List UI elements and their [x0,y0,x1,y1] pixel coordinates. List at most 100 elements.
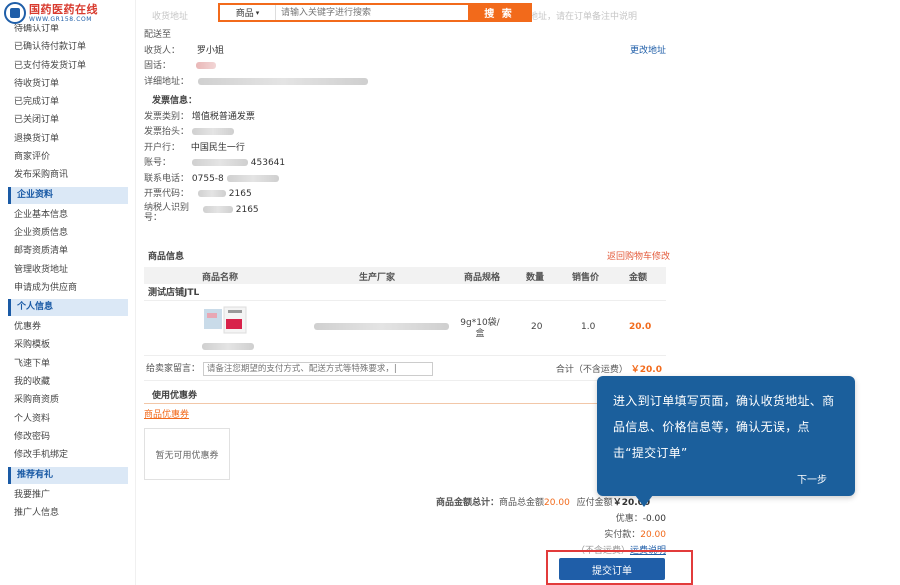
invoice-header-label: 发票抬头： [144,127,190,137]
redacted-phone [195,62,216,69]
sidebar-section-personal: 个人信息 [8,299,128,317]
back-to-cart-link[interactable]: 返回购物车修改 [607,250,670,266]
submit-order-button[interactable]: 提交订单 [559,558,665,580]
contact-phone-row: 联系电话： 0755-8 [144,172,670,188]
goods-table-header: 商品名称 生产厂家 商品规格 数量 销售价 金额 [144,267,666,284]
sidebar-item[interactable]: 申请成为供应商 [0,279,136,297]
message-label: 给卖家留言： [146,364,201,374]
invoice-type: 增值税普通发票 [191,111,255,122]
sidebar-item[interactable]: 推广人信息 [0,504,136,522]
redacted-contact-phone [226,174,279,182]
redacted-invoice-header [191,128,234,135]
sidebar-item[interactable]: 已确认待付款订单 [0,38,136,56]
search-input[interactable] [276,5,468,20]
search-category-label: 商品 [235,9,254,19]
search-box: 商品 ▾ 搜 索 [218,3,532,22]
product-spec: 9g*10袋/盒 [460,318,500,339]
subtotal-row: 合计（不含运费） ￥20.0 [556,362,662,375]
sidebar-item[interactable]: 我要推广 [0,486,136,504]
sidebar-item[interactable]: 已关闭订单 [0,111,136,129]
sidebar-item[interactable]: 修改密码 [0,428,136,446]
sidebar-item[interactable]: 我的收藏 [0,373,136,391]
delivery-title-text: 配送至 [144,30,172,40]
message-row: 给卖家留言： [146,361,433,376]
invoice-code-tail: 2165 [228,189,252,199]
sidebar-item[interactable]: 企业基本信息 [0,206,136,224]
account-tail: 453641 [250,158,286,168]
goods-total-value: 20.00 [544,498,570,508]
taxid-label: 纳税人识别号： [144,202,190,223]
col-quantity: 数量 [526,273,545,283]
invoice-title: 发票信息： [144,94,670,110]
sidebar-section-referral: 推荐有礼 [8,466,128,484]
logo-url: WWW.GR158.COM [29,15,93,23]
invoice-type-row: 发票类别： 增值税普通发票 [144,110,670,126]
total-row: 商品金额总计：商品总金额20.00 应付金额￥20.00 [436,495,650,508]
coupon-empty-box: 暂无可用优惠券 [144,428,230,480]
product-image[interactable] [204,305,248,337]
sidebar-item[interactable]: 采购商资质 [0,391,136,409]
sidebar-item[interactable]: 待收货订单 [0,75,136,93]
sidebar-item[interactable]: 商家评价 [0,148,136,166]
seller-message-input[interactable] [202,362,433,376]
sidebar-item[interactable]: 修改手机绑定 [0,446,136,464]
next-step-button[interactable]: 下一步 [797,471,827,486]
subtotal-value: ￥20.0 [630,365,662,375]
sidebar-menu: 待确认订单 已确认待付款订单 已支付待发货订单 待收货订单 已完成订单 已关闭订… [0,20,136,522]
faded-header-left: 收货地址 [152,12,189,22]
phone-row: 固话： [144,59,670,75]
sidebar-section-company: 企业资料 [8,186,128,204]
taxid-row: 纳税人识别号： 2165 [144,203,670,225]
coupon-tab[interactable]: 商品优惠券 [144,407,189,420]
divider [144,380,666,381]
invoice-code-label: 开票代码： [144,189,190,199]
subtotal-label: 合计（不含运费） [555,365,628,375]
redacted-manufacturer [314,323,449,330]
discount-label: 优惠： [615,514,643,524]
sidebar-item[interactable]: 企业资质信息 [0,224,136,242]
redacted-taxid [202,205,233,213]
sidebar-item[interactable]: 采购模板 [0,336,136,354]
contact-phone-label: 联系电话： [144,173,190,184]
shop-name: 测试店铺JTL [148,288,200,298]
sidebar-item[interactable]: 已支付待发货订单 [0,57,136,75]
col-amount: 金额 [629,273,648,283]
sidebar-item[interactable]: 优惠券 [0,318,136,336]
faded-header-right: 地址，请在订单备注中说明 [529,12,638,22]
order-form: 配送至 收货人： 罗小姐 更改地址 固话： 详细地址： 发票信息： 发票类别： … [144,28,670,225]
sidebar-item[interactable]: 已完成订单 [0,93,136,111]
address-row: 详细地址： [144,75,670,91]
search-button[interactable]: 搜 索 [468,5,530,20]
divider [144,355,666,356]
goods-title-row: 商品信息 返回购物车修改 [144,250,670,266]
sidebar-item[interactable]: 发布采购商讯 [0,166,136,184]
product-amount: 20.0 [629,322,652,332]
invoice-header-row: 发票抬头： [144,125,670,141]
sidebar-item[interactable]: 个人资料 [0,410,136,428]
coupon-tab-line [144,403,666,404]
search-category-select[interactable]: 商品 ▾ [220,5,276,20]
account-row: 账号： 453641 [144,156,670,172]
total-label: 商品金额总计： [436,498,500,508]
sidebar-item[interactable]: 飞速下单 [0,355,136,373]
invoice-title-text: 发票信息： [152,96,198,106]
sidebar-item[interactable]: 邮寄资质清单 [0,242,136,260]
sidebar-item[interactable]: 管理收货地址 [0,261,136,279]
bank-name: 中国民生一行 [190,142,245,153]
change-address-link[interactable]: 更改地址 [630,44,666,60]
bank-row: 开户行： 中国民生一行 [144,141,670,157]
logo-emblem-icon [4,2,26,24]
bank-label: 开户行： [144,142,181,153]
payable-label: 应付金额 [576,498,613,508]
sidebar-item[interactable]: 退换货订单 [0,130,136,148]
invoice-code-row: 开票代码： 2165 [144,187,670,203]
divider [144,300,666,301]
goods-total-label: 商品总金额 [499,498,545,508]
site-logo[interactable]: 国药医药在线 WWW.GR158.COM [4,2,130,24]
top-search-bar: 收货地址 地址，请在订单备注中说明 商品 ▾ 搜 索 [136,0,676,25]
account-label: 账号： [144,158,172,168]
sidebar: 国药医药在线 WWW.GR158.COM 待确认订单 已确认待付款订单 已支付待… [0,0,136,585]
product-quantity: 20 [531,322,543,332]
goods-title: 商品信息 [148,252,185,262]
coupon-empty-text: 暂无可用优惠券 [155,450,219,461]
